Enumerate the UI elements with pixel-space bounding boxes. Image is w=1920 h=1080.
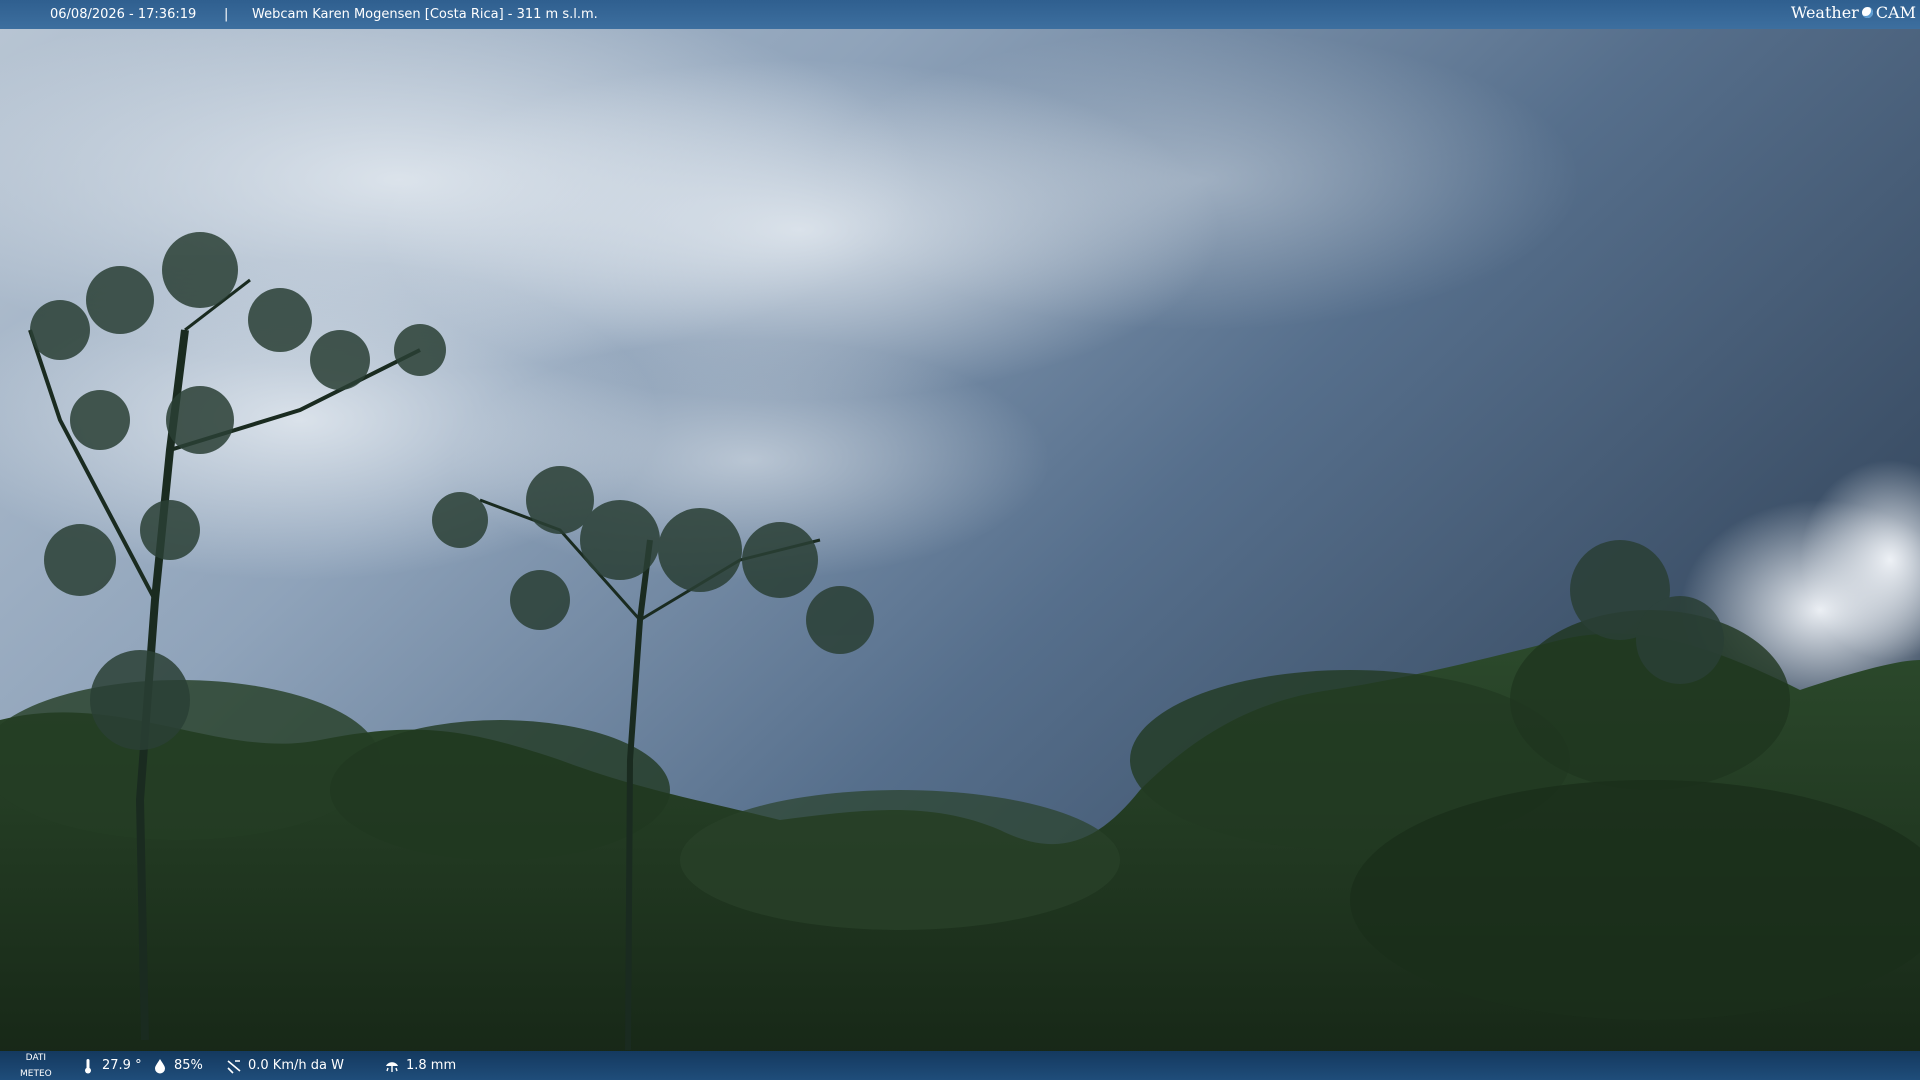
rain-reading: 1.8 mm [384, 1051, 456, 1080]
globe-icon [1861, 7, 1873, 18]
logo-right-text: CAM [1875, 3, 1916, 22]
rain-value: 1.8 mm [406, 1058, 457, 1073]
webcam-photo [0, 0, 1920, 1080]
temperature-reading: 27.9 ° [80, 1051, 142, 1080]
thermometer-icon [85, 1058, 91, 1073]
camera-title: Webcam Karen Mogensen [Costa Rica] - 311… [252, 7, 598, 22]
rain-gauge-icon [386, 1061, 398, 1072]
humidity-reading: 85% [152, 1051, 203, 1080]
header-bar: 06/08/2026 - 17:36:19 | Webcam Karen Mog… [0, 0, 1920, 29]
weather-data-bar: DATI METEO 27.9 ° 85% 0.0 Km/h da W 1.8 … [0, 1051, 1920, 1080]
temperature-value: 27.9 ° [102, 1058, 142, 1073]
wind-icon [227, 1059, 241, 1074]
timestamp: 06/08/2026 - 17:36:19 [50, 7, 197, 22]
humidity-drop-icon [155, 1058, 165, 1073]
humidity-value: 85% [174, 1058, 203, 1073]
weather-data-label: DATI METEO [20, 1051, 52, 1080]
label-line2: METEO [20, 1068, 52, 1079]
separator: | [224, 7, 229, 22]
wind-value: 0.0 Km/h da W [248, 1058, 344, 1073]
logo-left-text: Weather [1790, 3, 1859, 22]
weathercam-logo: Weather CAM [1791, 3, 1916, 22]
label-line1: DATI [25, 1052, 47, 1063]
wind-reading: 0.0 Km/h da W [226, 1051, 344, 1080]
